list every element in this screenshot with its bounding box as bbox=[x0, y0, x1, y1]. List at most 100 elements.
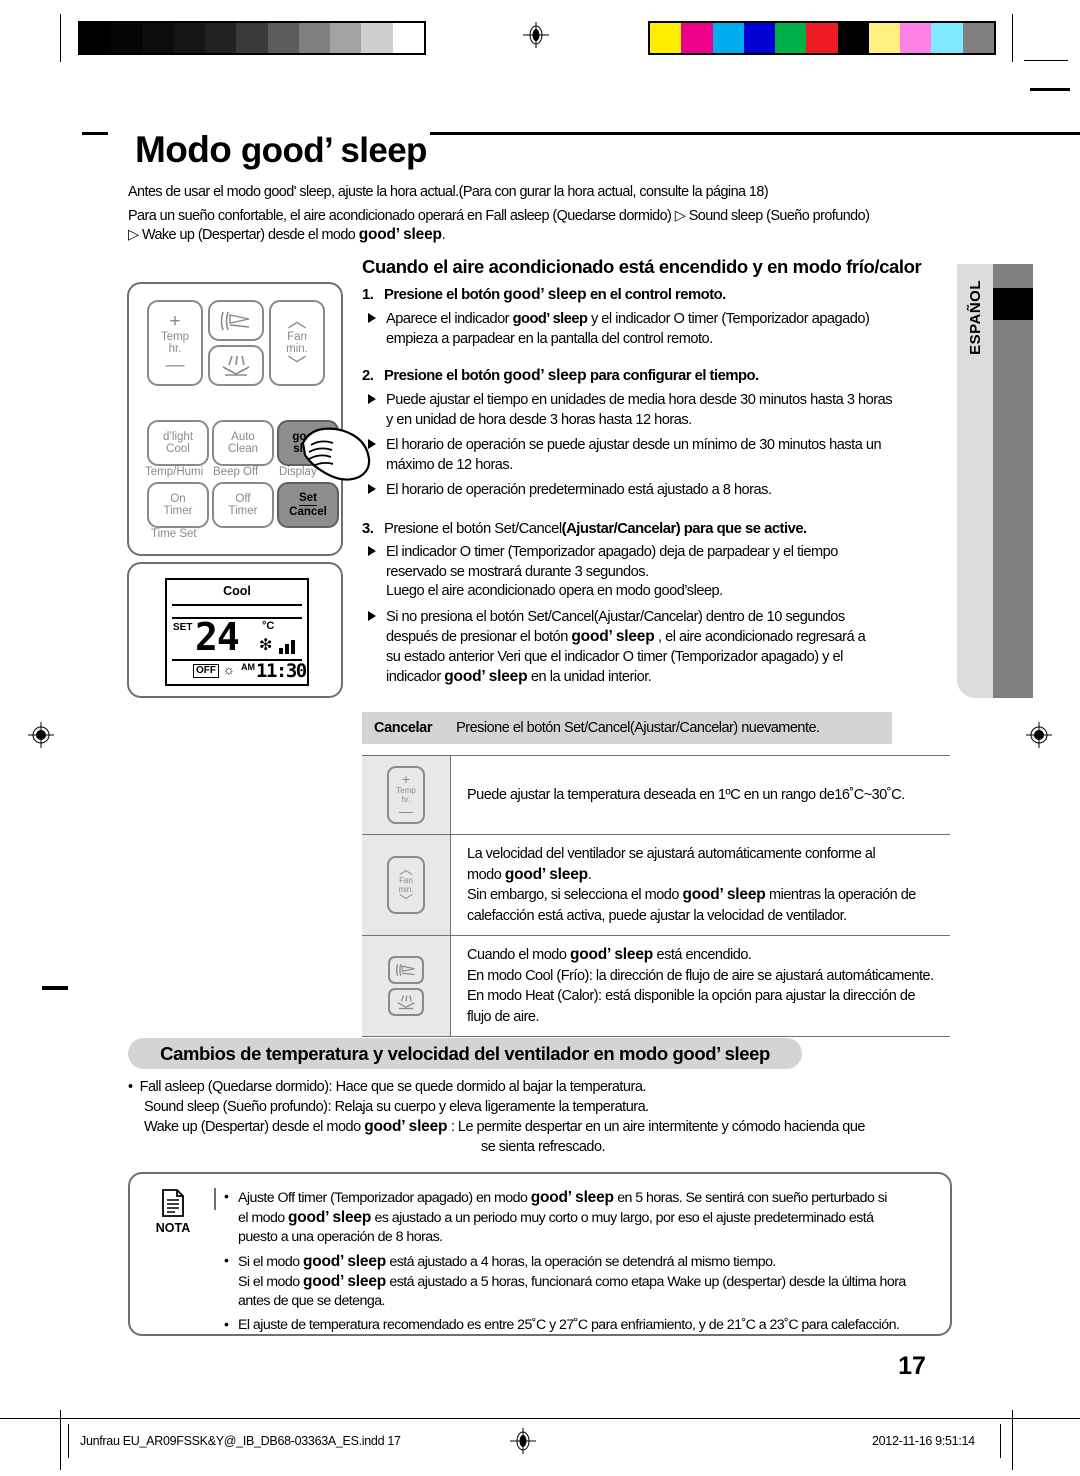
step-3-title-brand: (Ajustar/Cancelar) para que se active. bbox=[561, 521, 808, 537]
t-post: está ajustado a 4 horas, la operación se… bbox=[386, 1254, 776, 1270]
registration-mark-top bbox=[523, 22, 549, 48]
remote-airflow-horizontal-button bbox=[208, 300, 264, 341]
fan-updown-button-icon: ︿ Fan min. ﹀ bbox=[387, 856, 425, 914]
temp-label: Temp bbox=[396, 786, 416, 795]
t-brand: good’ sleep bbox=[288, 1209, 372, 1226]
lcd-temperature-value: 24 bbox=[195, 615, 240, 659]
intro-line-2: Para un sueño confortable, el aire acond… bbox=[128, 208, 870, 224]
lcd-time-value: 11:30 bbox=[256, 660, 307, 682]
color-swatch bbox=[962, 23, 994, 53]
t: modo bbox=[467, 866, 505, 883]
step-2-number: 2. bbox=[362, 368, 374, 384]
step-2-b2-line-2: máximo de 12 horas. bbox=[386, 456, 513, 473]
lcd-divider-1 bbox=[172, 604, 302, 606]
table-row-description: La velocidad del ventilador se ajustará … bbox=[450, 834, 950, 936]
grayscale-swatch bbox=[142, 23, 174, 53]
intro-line-3: ▷ Wake up (Despertar) desde el modo good… bbox=[128, 226, 446, 244]
plus-icon: + bbox=[169, 310, 181, 332]
grayscale-swatch bbox=[361, 23, 393, 53]
t-post: mientras la operación de bbox=[765, 887, 916, 903]
t-brand: good’ sleep bbox=[364, 1118, 448, 1135]
color-swatch bbox=[775, 23, 807, 53]
remote-auto-label-2: Clean bbox=[227, 443, 259, 455]
fan-icon: ❇ bbox=[259, 637, 273, 654]
section-2-heading: Cambios de temperatura y velocidad del v… bbox=[160, 1043, 770, 1065]
remote-off-label-1: Off bbox=[235, 492, 251, 505]
title-block: Modo good’ sleep bbox=[40, 112, 1080, 170]
note-icon-wrap: NOTA bbox=[146, 1188, 200, 1235]
intro-line-3-brand: good’ sleep bbox=[358, 226, 442, 243]
table-row-icon-cell bbox=[362, 935, 451, 1037]
triangle-bullet-icon bbox=[368, 394, 376, 404]
remote-dlight-label-1: d’light bbox=[162, 430, 194, 443]
step-3-b2-line-3: su estado anterior Veri que el indicador… bbox=[386, 648, 843, 665]
chevron-down-icon: ﹀ bbox=[399, 893, 413, 909]
row-3-line-1: Cuando el modo good’ sleep está encendid… bbox=[467, 945, 950, 966]
note-box: NOTA • Ajuste Off timer (Temporizador ap… bbox=[128, 1172, 952, 1336]
cancel-row-label: Cancelar bbox=[374, 720, 433, 736]
crop-mark-tl bbox=[60, 14, 61, 62]
page-mid-dash bbox=[42, 986, 68, 990]
note-label: NOTA bbox=[155, 1221, 191, 1235]
step-3-title-pre: Presione el botón Set/Cancel bbox=[384, 521, 562, 537]
row-2-line-4: calefacción está activa, puede ajustar l… bbox=[467, 907, 847, 924]
remote-lcd-illustration: Cool SET 24 °C ❇ OFF ☼ AM 11:30 bbox=[127, 562, 343, 698]
remote-temp-label-1: Temp bbox=[160, 330, 190, 343]
t: el modo bbox=[238, 1210, 289, 1226]
triangle-bullet-icon bbox=[368, 313, 376, 323]
remote-good-label-1: good’ bbox=[292, 430, 324, 443]
step-1-bullet-1: Aparece el indicador good’ sleep y el in… bbox=[362, 310, 962, 349]
t-post: en la unidad interior. bbox=[527, 669, 652, 685]
t-post: está encendido. bbox=[653, 947, 752, 963]
remote-control-illustration: + Temp hr. — ︿ Fan min. ﹀ d’light Cool A… bbox=[127, 282, 343, 556]
table-row-description: Puede ajustar la temperatura deseada en … bbox=[450, 755, 950, 835]
note-list: • Ajuste Off timer (Temporizador apagado… bbox=[222, 1184, 936, 1335]
lcd-ampm-label: AM bbox=[241, 662, 255, 672]
t-brand: good’ sleep bbox=[682, 886, 766, 903]
title-rule bbox=[430, 132, 1080, 135]
footer-timestamp: 2012-11-16 9:51:14 bbox=[872, 1434, 975, 1448]
t-post: en 5 horas. Se sentirá con sueño perturb… bbox=[613, 1190, 887, 1206]
t-post: , el aire acondicionado regresará a bbox=[654, 629, 866, 645]
step-3-b2-line-4: indicador good’ sleep en la unidad inter… bbox=[386, 667, 962, 688]
section-2-line-3: Wake up (Despertar) desde el modo good’ … bbox=[128, 1117, 958, 1138]
step-2-b2-line-1: El horario de operación se puede ajustar… bbox=[386, 437, 882, 453]
section-2-line-2: Sound sleep (Sueño profundo): Relaja su … bbox=[144, 1098, 649, 1115]
color-swatch bbox=[650, 23, 682, 53]
registration-mark-left bbox=[28, 722, 54, 748]
note-1-line-1: Ajuste Off timer (Temporizador apagado) … bbox=[238, 1188, 936, 1208]
section-heading: Cuando el aire acondicionado está encend… bbox=[362, 256, 922, 277]
step-3-title: 3. Presione el botón Set/Cancel(Ajustar/C… bbox=[362, 521, 962, 537]
remote-temp-label-2: hr. bbox=[168, 343, 182, 355]
title-left-dash bbox=[82, 132, 108, 135]
remote-set-label-2: Cancel bbox=[289, 505, 327, 518]
triangle-bullet-icon bbox=[368, 546, 376, 556]
note-1-line-3: puesto a una operación de 8 horas. bbox=[238, 1229, 443, 1245]
t-brand: good’ sleep bbox=[512, 311, 588, 327]
language-tab-label: ESPAÑOL bbox=[966, 280, 984, 355]
footer-filename: Junfrau EU_AR09FSSK&Y@_IB_DB68-03363A_ES… bbox=[80, 1434, 401, 1448]
t: Wake up (Despertar) desde el modo bbox=[144, 1119, 365, 1135]
grayscale-swatch bbox=[80, 23, 112, 53]
table-row: Cuando el modo good’ sleep está encendid… bbox=[362, 935, 950, 1037]
minus-icon: — bbox=[399, 803, 413, 819]
remote-set-label-1: Set bbox=[299, 492, 317, 506]
row-1-line-1: Puede ajustar la temperatura deseada en … bbox=[467, 786, 905, 803]
remote-off-label-2: Timer bbox=[228, 505, 258, 517]
color-calibration-bar bbox=[648, 21, 996, 55]
plus-icon: + bbox=[401, 771, 411, 787]
fan-label: Fan bbox=[399, 876, 413, 885]
row-2-line-2: modo good’ sleep. bbox=[467, 865, 950, 886]
footer-tick-right bbox=[1000, 1424, 1001, 1458]
t: Si el modo bbox=[238, 1254, 303, 1270]
grayscale-swatch bbox=[205, 23, 237, 53]
step-3-b1-line-2: reservado se mostrará durante 3 segundos… bbox=[386, 563, 649, 580]
step-3-b1-line-3: Luego el aire acondicionado opera en mod… bbox=[386, 583, 723, 599]
color-swatch bbox=[837, 23, 869, 53]
triangle-bullet-icon bbox=[368, 484, 376, 494]
row-3-line-3: En modo Heat (Calor): está disponible la… bbox=[467, 988, 916, 1004]
step-2-bullet-1: Puede ajustar el tiempo en unidades de m… bbox=[362, 391, 962, 430]
t: Fall asleep (Quedarse dormido): Hace que… bbox=[139, 1079, 647, 1095]
note-2-line-1: Si el modo good’ sleep está ajustado a 4… bbox=[238, 1252, 936, 1272]
section-2-heading-pre: Cambios de temperatura y velocidad del v… bbox=[160, 1042, 673, 1064]
